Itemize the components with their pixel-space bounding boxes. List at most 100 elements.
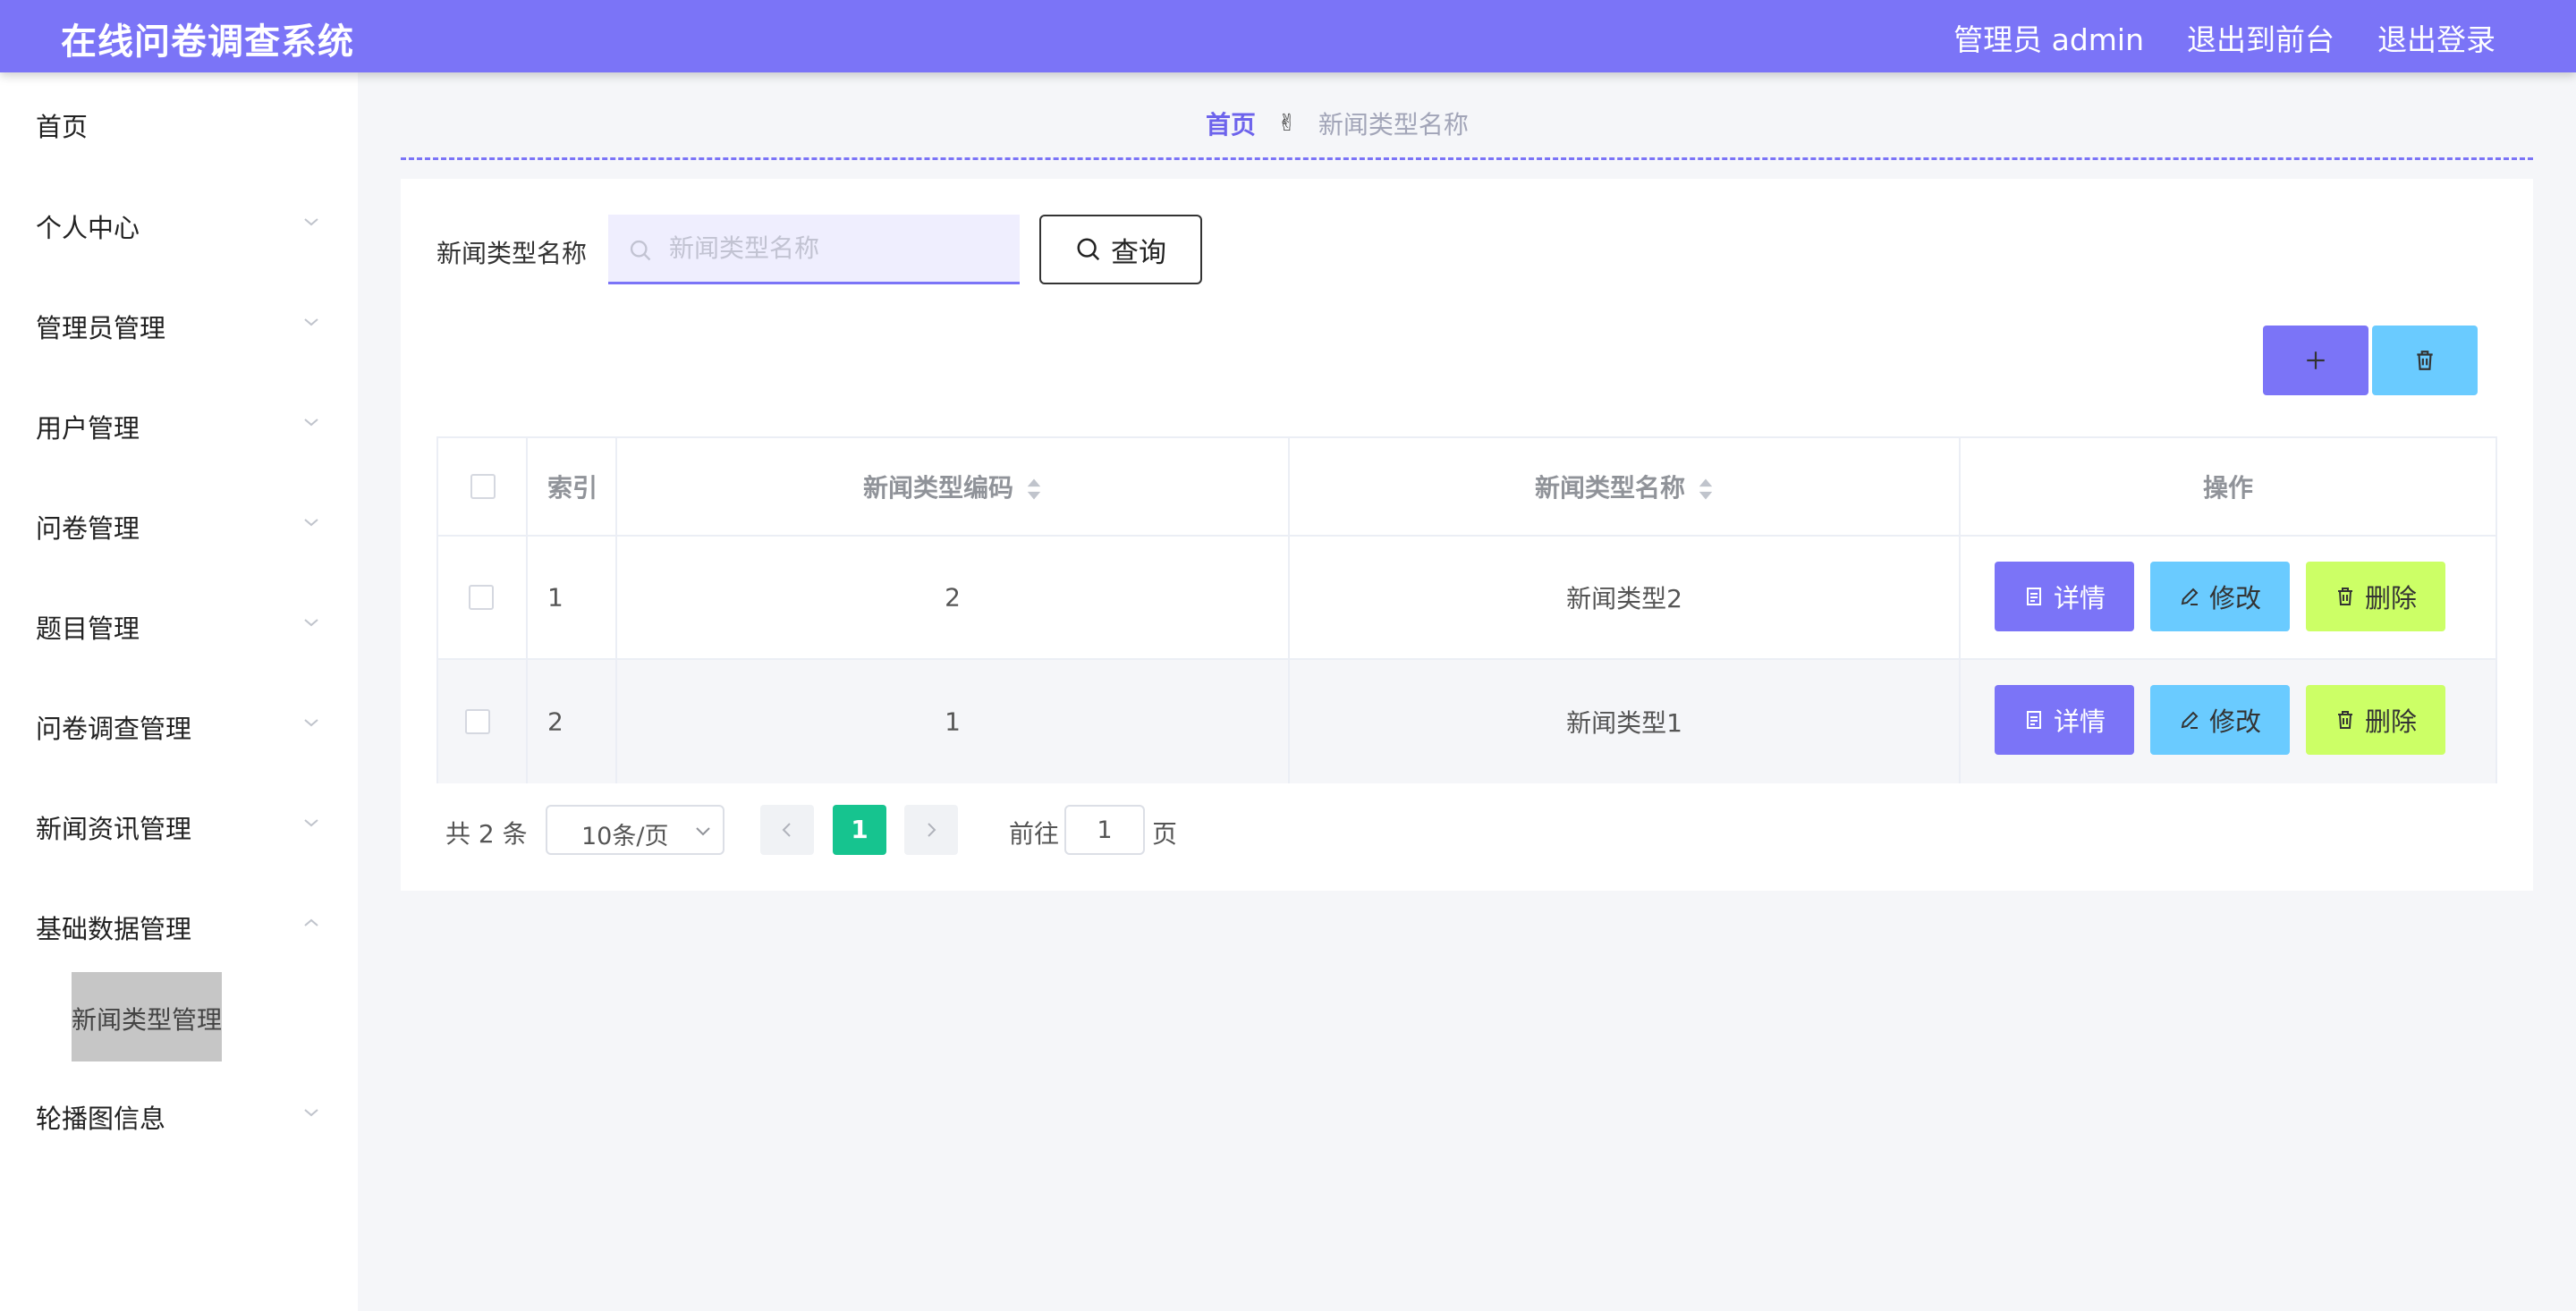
select-all-checkbox[interactable] — [470, 474, 496, 499]
row-code-cell: 1 — [617, 660, 1290, 783]
breadcrumb: 首页 ✌ 新闻类型名称 — [1206, 106, 1469, 141]
breadcrumb-divider — [401, 157, 2533, 160]
sidebar-item-label: 问卷管理 — [36, 513, 140, 544]
goto-page-input[interactable] — [1064, 805, 1145, 855]
edit-button-label: 修改 — [2208, 706, 2261, 737]
row-index: 1 — [547, 582, 564, 613]
sidebar-item-label: 新闻资讯管理 — [36, 814, 192, 844]
sidebar-subitem-news-type-management[interactable]: 新闻类型管理 — [72, 972, 222, 1061]
table-header-row: 索引 新闻类型编码 新闻类型名称 操作 — [438, 438, 2496, 537]
edit-button[interactable]: 修改 — [2150, 562, 2290, 631]
search-input-wrapper — [608, 215, 1020, 284]
sidebar-item-user-management[interactable]: 用户管理 — [0, 392, 358, 463]
sidebar-item-question-management[interactable]: 题目管理 — [0, 592, 358, 664]
row-code: 2 — [945, 582, 961, 613]
sidebar-item-home[interactable]: 首页 — [0, 90, 358, 162]
trash-icon — [2337, 711, 2352, 729]
pagination-total: 共 2 条 — [445, 819, 528, 849]
next-page-button[interactable] — [904, 805, 958, 855]
add-button[interactable] — [2263, 326, 2368, 395]
prev-page-button[interactable] — [760, 805, 814, 855]
plus-icon — [2307, 351, 2325, 369]
column-header-actions: 操作 — [2202, 473, 2253, 503]
batch-delete-button[interactable] — [2372, 326, 2478, 395]
sidebar-item-questionnaire-management[interactable]: 问卷管理 — [0, 492, 358, 563]
row-checkbox[interactable] — [469, 585, 494, 610]
delete-button-label: 删除 — [2364, 583, 2417, 613]
row-checkbox[interactable] — [465, 709, 490, 734]
row-name: 新闻类型2 — [1566, 584, 1682, 613]
document-icon — [2026, 711, 2041, 729]
chevron-up-icon — [304, 918, 318, 926]
header-index-cell: 索引 — [528, 438, 617, 535]
chevron-down-icon — [304, 719, 318, 727]
edit-button[interactable]: 修改 — [2150, 685, 2290, 755]
delete-button[interactable]: 删除 — [2306, 685, 2445, 755]
row-select-cell — [438, 660, 528, 783]
search-icon — [1077, 238, 1100, 261]
chevron-down-icon — [304, 218, 318, 226]
row-code: 1 — [945, 706, 961, 737]
app-title: 在线问卷调查系统 — [61, 21, 354, 63]
pencil-icon — [2181, 711, 2199, 729]
row-name-cell: 新闻类型2 — [1290, 537, 1961, 658]
admin-user-label[interactable]: 管理员 admin — [1953, 16, 2144, 59]
sidebar-item-label: 基础数据管理 — [36, 914, 192, 944]
row-name-cell: 新闻类型1 — [1290, 660, 1961, 783]
chevron-down-icon — [304, 318, 318, 326]
trash-icon — [2337, 588, 2352, 605]
search-icon — [630, 240, 651, 261]
sidebar-item-carousel-info[interactable]: 轮播图信息 — [0, 1082, 358, 1154]
sidebar-item-label: 管理员管理 — [36, 313, 166, 343]
sidebar-item-label: 题目管理 — [36, 613, 140, 644]
chevron-down-icon — [304, 1109, 318, 1117]
delete-button[interactable]: 删除 — [2306, 562, 2445, 631]
edit-button-label: 修改 — [2208, 583, 2261, 613]
logout-link[interactable]: 退出登录 — [2377, 16, 2496, 59]
detail-button[interactable]: 详情 — [1995, 685, 2134, 755]
row-code-cell: 2 — [617, 537, 1290, 658]
row-select-cell — [438, 537, 528, 658]
sort-caret-icon — [1027, 478, 1041, 500]
delete-button-label: 删除 — [2364, 706, 2417, 737]
exit-to-front-link[interactable]: 退出到前台 — [2187, 16, 2334, 59]
row-actions-cell: 详情 修改 删除 — [1961, 537, 2496, 658]
chevron-right-icon — [928, 823, 936, 837]
column-header-index: 索引 — [547, 473, 598, 503]
page-size-select[interactable]: 10条/页 — [546, 805, 724, 855]
detail-button-label: 详情 — [2053, 706, 2106, 737]
query-button[interactable]: 查询 — [1039, 215, 1202, 284]
top-bar: 在线问卷调查系统 管理员 admin 退出到前台 退出登录 — [0, 0, 2576, 72]
sidebar-item-label: 首页 — [36, 112, 89, 142]
sidebar-item-label: 个人中心 — [36, 213, 140, 243]
sort-caret-icon — [1699, 478, 1713, 500]
sidebar: 首页 个人中心 管理员管理 用户管理 问卷管理 题目管理 问卷调查管理 新闻资讯… — [0, 72, 358, 1311]
sidebar-item-survey-management[interactable]: 问卷调查管理 — [0, 692, 358, 764]
query-button-label: 查询 — [1111, 236, 1166, 269]
sidebar-item-personal-center[interactable]: 个人中心 — [0, 191, 358, 263]
header-actions-cell: 操作 — [1961, 438, 2496, 535]
row-index-cell: 1 — [528, 537, 617, 658]
page-number-active[interactable]: 1 — [833, 805, 886, 855]
sidebar-item-news-management[interactable]: 新闻资讯管理 — [0, 792, 358, 864]
column-header-name-label: 新闻类型名称 — [1534, 473, 1685, 503]
goto-label: 前往 — [1009, 819, 1060, 849]
search-input[interactable] — [667, 215, 1007, 282]
sidebar-item-label: 轮播图信息 — [36, 1104, 166, 1134]
sidebar-item-admin-management[interactable]: 管理员管理 — [0, 292, 358, 363]
row-index-cell: 2 — [528, 660, 617, 783]
chevron-down-icon — [696, 827, 710, 836]
document-icon — [2026, 588, 2041, 605]
detail-button-label: 详情 — [2053, 583, 2106, 613]
pencil-icon — [2181, 588, 2199, 605]
search-label: 新闻类型名称 — [436, 239, 588, 268]
column-header-code[interactable]: 新闻类型编码 — [617, 469, 1288, 504]
column-header-code-label: 新闻类型编码 — [862, 473, 1013, 503]
sidebar-item-basic-data-management[interactable]: 基础数据管理 — [0, 892, 358, 964]
column-header-name[interactable]: 新闻类型名称 — [1290, 469, 1959, 504]
breadcrumb-current: 新闻类型名称 — [1318, 110, 1469, 140]
table-row: 1 2 新闻类型2 详情 修改 删除 — [438, 537, 2496, 660]
breadcrumb-home[interactable]: 首页 — [1206, 106, 1256, 141]
header-select-cell — [438, 438, 528, 535]
detail-button[interactable]: 详情 — [1995, 562, 2134, 631]
